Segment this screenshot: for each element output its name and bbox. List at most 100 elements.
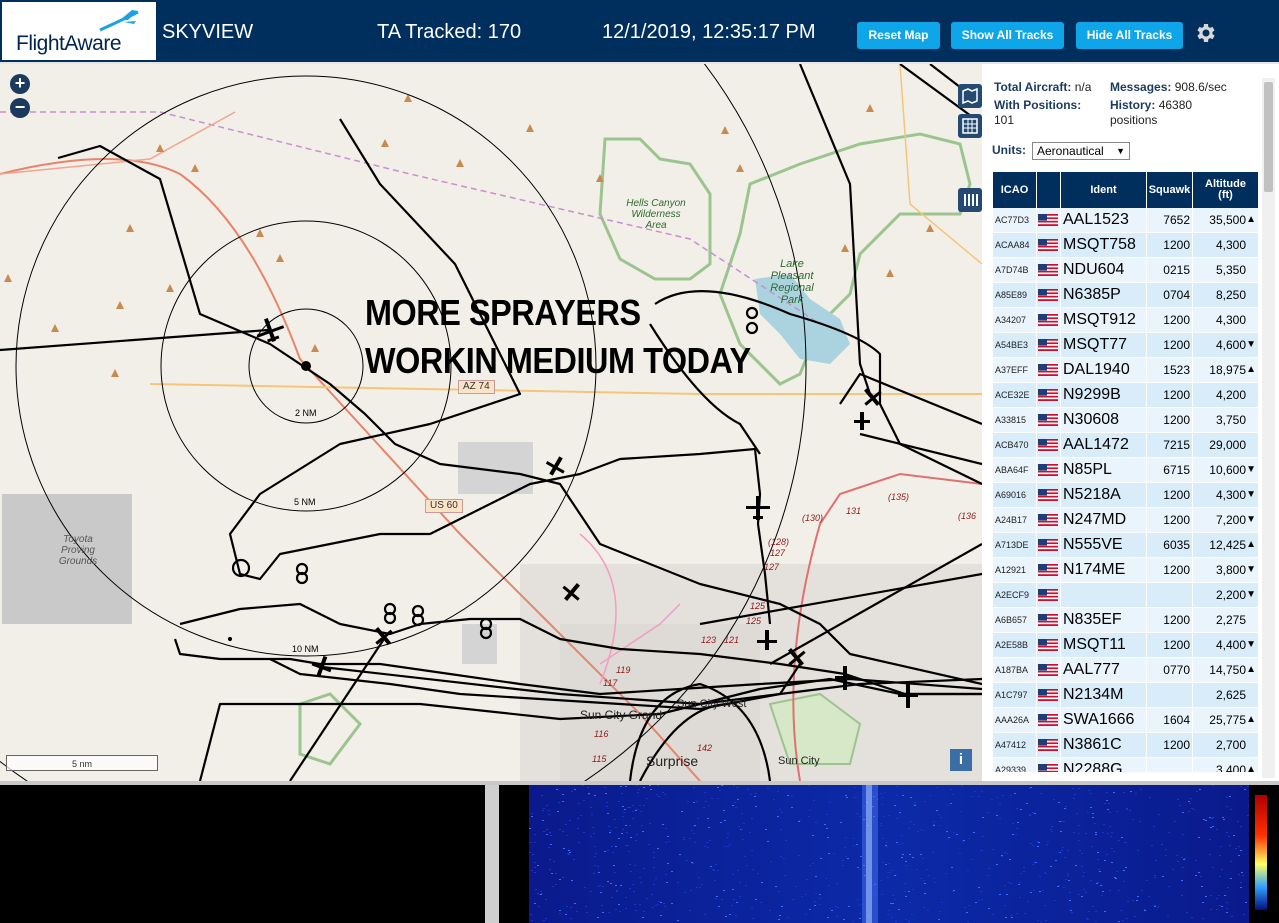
road-127b: 127 bbox=[764, 562, 780, 572]
cell-altitude: 25,775 ▲ bbox=[1193, 708, 1259, 732]
gear-icon[interactable] bbox=[1193, 21, 1217, 45]
altitude-value: 3,400 bbox=[1215, 763, 1246, 772]
table-row[interactable]: A2E58B MSQT11 1200 4,400 ▼ bbox=[993, 633, 1259, 658]
with-positions-value: 101 bbox=[994, 113, 1015, 127]
cell-squawk: 1200 bbox=[1147, 733, 1193, 757]
cell-squawk: 1200 bbox=[1147, 408, 1193, 432]
altitude-value: 3,750 bbox=[1215, 413, 1246, 427]
table-row[interactable]: A47412 N3861C 1200 2,700 bbox=[993, 733, 1259, 758]
altitude-value: 29,000 bbox=[1209, 438, 1246, 452]
us-flag-icon bbox=[1037, 358, 1061, 382]
overlay-line-2: WORKIN MEDIUM TODAY bbox=[365, 340, 751, 381]
cell-icao: ACE32E bbox=[993, 383, 1037, 407]
col-icao[interactable]: ICAO bbox=[993, 172, 1037, 208]
col-flag[interactable] bbox=[1037, 172, 1061, 208]
table-row[interactable]: AAA26A SWA1666 1604 25,775 ▲ bbox=[993, 708, 1259, 733]
altitude-value: 4,200 bbox=[1215, 388, 1246, 402]
road-131: 131 bbox=[846, 506, 862, 516]
cell-altitude: 5,350 bbox=[1193, 258, 1259, 282]
cell-altitude: 8,250 bbox=[1193, 283, 1259, 307]
units-label: Units: bbox=[992, 143, 1026, 157]
zoom-in-button[interactable]: + bbox=[10, 74, 30, 94]
grid-icon[interactable] bbox=[958, 114, 982, 138]
label-surprise: Surprise bbox=[646, 753, 699, 769]
cell-squawk: 0770 bbox=[1147, 658, 1193, 682]
table-row[interactable]: A33815 N30608 1200 3,750 bbox=[993, 408, 1259, 433]
cell-altitude: 29,000 bbox=[1193, 433, 1259, 457]
table-row[interactable]: A29339 N2288G 3,400 ▲ bbox=[993, 758, 1259, 772]
table-row[interactable]: A54BE3 MSQT77 1200 4,600 ▼ bbox=[993, 333, 1259, 358]
table-row[interactable]: A12921 N174ME 1200 3,800 ▼ bbox=[993, 558, 1259, 583]
spectrum-divider[interactable] bbox=[485, 785, 499, 923]
scroll-thumb[interactable] bbox=[1264, 82, 1273, 192]
altitude-value: 14,750 bbox=[1209, 663, 1246, 677]
table-row[interactable]: A713DE N555VE 6035 12,425 ▲ bbox=[993, 533, 1259, 558]
altitude-trend-icon: ▲ bbox=[1246, 764, 1256, 772]
col-squawk[interactable]: Squawk bbox=[1147, 172, 1193, 208]
info-button[interactable]: i bbox=[950, 749, 972, 771]
cell-ident: N2288G bbox=[1061, 758, 1147, 772]
cell-altitude: 18,975 ▲ bbox=[1193, 358, 1259, 382]
cell-ident bbox=[1061, 583, 1147, 607]
cell-squawk: 0215 bbox=[1147, 258, 1193, 282]
skyview-app: FlightAware SKYVIEW TA Tracked: 170 12/1… bbox=[0, 0, 1279, 923]
units-select[interactable]: Aeronautical ▼ bbox=[1032, 142, 1130, 160]
table-row[interactable]: ABA64F N85PL 6715 10,600 ▼ bbox=[993, 458, 1259, 483]
cell-squawk: 1200 bbox=[1147, 483, 1193, 507]
cell-ident: N835EF bbox=[1061, 608, 1147, 632]
col-altitude[interactable]: Altitude (ft) bbox=[1193, 172, 1259, 208]
map-view[interactable]: + − MORE SPRAYERS WORKIN MEDIUM TODAY 2 … bbox=[0, 64, 982, 781]
show-all-tracks-button[interactable]: Show All Tracks bbox=[951, 22, 1064, 49]
cell-icao: A713DE bbox=[993, 533, 1037, 557]
table-row[interactable]: A34207 MSQT912 1200 4,300 bbox=[993, 308, 1259, 333]
us-flag-icon bbox=[1037, 708, 1061, 732]
table-row[interactable]: A187BA AAL777 0770 14,750 ▲ bbox=[993, 658, 1259, 683]
cell-altitude: 4,600 ▼ bbox=[1193, 333, 1259, 357]
altitude-value: 25,775 bbox=[1209, 713, 1246, 727]
hide-all-tracks-button[interactable]: Hide All Tracks bbox=[1076, 22, 1183, 49]
col-ident[interactable]: Ident bbox=[1061, 172, 1147, 208]
columns-toggle-icon[interactable] bbox=[958, 188, 982, 212]
label-sun-city-grand: Sun City Grand bbox=[580, 708, 663, 722]
altitude-value: 10,600 bbox=[1209, 463, 1246, 477]
map-layers-icon[interactable] bbox=[958, 84, 982, 108]
altitude-trend-icon: ▲ bbox=[1246, 364, 1256, 375]
zoom-out-button[interactable]: − bbox=[10, 98, 30, 118]
table-row[interactable]: A24B17 N247MD 1200 7,200 ▼ bbox=[993, 508, 1259, 533]
with-positions-label: With Positions: bbox=[994, 98, 1082, 112]
table-row[interactable]: A7D74B NDU604 0215 5,350 bbox=[993, 258, 1259, 283]
cell-squawk: 1200 bbox=[1147, 383, 1193, 407]
table-row[interactable]: ACE32E N9299B 1200 4,200 bbox=[993, 383, 1259, 408]
table-row[interactable]: ACB470 AAL1472 7215 29,000 bbox=[993, 433, 1259, 458]
units-value: Aeronautical bbox=[1037, 144, 1104, 158]
app-title: SKYVIEW bbox=[162, 21, 254, 43]
us-flag-icon bbox=[1037, 408, 1061, 432]
table-row[interactable]: AC77D3 AAL1523 7652 35,500 ▲ bbox=[993, 208, 1259, 233]
altitude-value: 12,425 bbox=[1209, 538, 1246, 552]
us-flag-icon bbox=[1037, 283, 1061, 307]
table-row[interactable]: A85E89 N6385P 0704 8,250 bbox=[993, 283, 1259, 308]
cell-ident: N5218A bbox=[1061, 483, 1147, 507]
cell-ident: N174ME bbox=[1061, 558, 1147, 582]
cell-altitude: 3,750 bbox=[1193, 408, 1259, 432]
panel-scrollbar[interactable] bbox=[1262, 78, 1275, 778]
table-row[interactable]: A69016 N5218A 1200 4,300 ▼ bbox=[993, 483, 1259, 508]
messages-stat: Messages: 908.6/sec bbox=[1110, 80, 1270, 95]
altitude-value: 2,625 bbox=[1215, 688, 1246, 702]
us-flag-icon bbox=[1037, 658, 1061, 682]
cell-icao: A33815 bbox=[993, 408, 1037, 432]
cell-icao: A7D74B bbox=[993, 258, 1037, 282]
table-row[interactable]: A37EFF DAL1940 1523 18,975 ▲ bbox=[993, 358, 1259, 383]
flightaware-logo[interactable]: FlightAware bbox=[2, 2, 156, 60]
table-row[interactable]: A1C797 N2134M 2,625 bbox=[993, 683, 1259, 708]
table-row[interactable]: A2ECF9 2,200 ▼ bbox=[993, 583, 1259, 608]
cell-ident: N247MD bbox=[1061, 508, 1147, 532]
ring-label-5nm: 5 NM bbox=[294, 497, 316, 507]
table-row[interactable]: A6B657 N835EF 1200 2,275 bbox=[993, 608, 1259, 633]
reset-map-button[interactable]: Reset Map bbox=[857, 22, 940, 49]
cell-altitude: 3,400 ▲ bbox=[1193, 758, 1259, 772]
cell-squawk: 7215 bbox=[1147, 433, 1193, 457]
table-row[interactable]: ACAA84 MSQT758 1200 4,300 bbox=[993, 233, 1259, 258]
cell-icao: A29339 bbox=[993, 758, 1037, 772]
cell-squawk: 1604 bbox=[1147, 708, 1193, 732]
